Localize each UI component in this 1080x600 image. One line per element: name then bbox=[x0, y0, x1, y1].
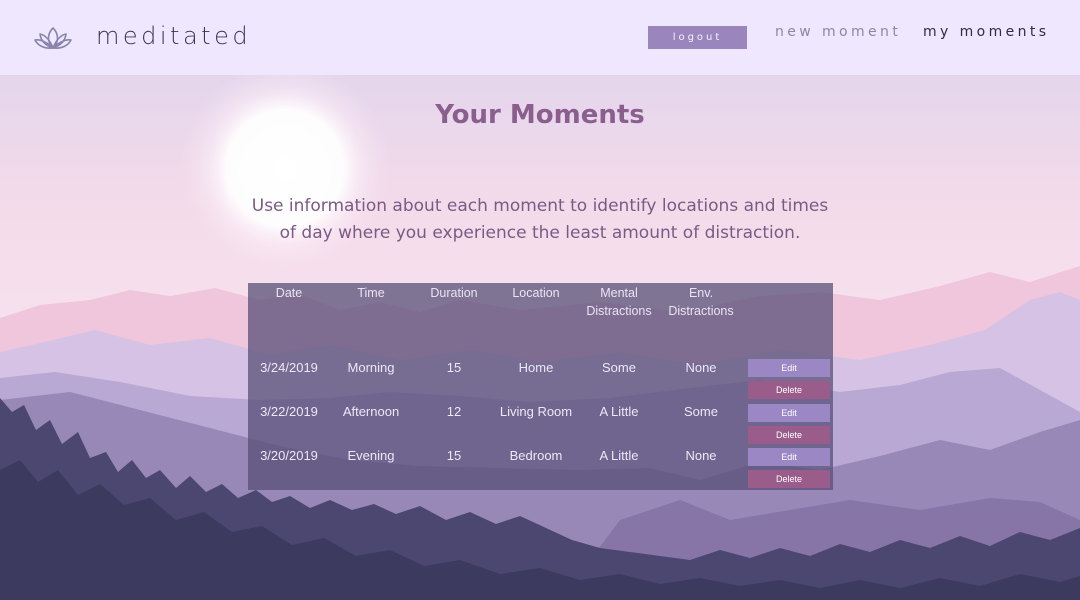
cell-mental: Some bbox=[602, 360, 636, 375]
header-date: Date bbox=[275, 286, 303, 300]
intro-line-1: Use information about each moment to ide… bbox=[251, 196, 829, 216]
header-env-distractions: Env. Distractions bbox=[660, 284, 742, 320]
cell-location: Living Room bbox=[499, 404, 573, 419]
intro-line-2: of day where you experience the least am… bbox=[279, 223, 801, 243]
page-title: Your Moments bbox=[435, 100, 645, 130]
header-mental-line-2: Distractions bbox=[586, 304, 652, 318]
cell-duration: 12 bbox=[446, 404, 462, 419]
cell-duration: 15 bbox=[446, 448, 462, 463]
header-env-line-2: Distractions bbox=[668, 304, 734, 318]
cell-env: None bbox=[685, 360, 717, 375]
cell-time: Evening bbox=[347, 448, 395, 463]
edit-button[interactable]: Edit bbox=[748, 404, 830, 422]
header-env-line-1: Env. bbox=[688, 286, 714, 300]
edit-button[interactable]: Edit bbox=[748, 359, 830, 377]
edit-button[interactable]: Edit bbox=[748, 448, 830, 466]
cell-date: 3/20/2019 bbox=[260, 448, 318, 463]
moments-table: Date Time Duration Location Mental Distr… bbox=[248, 283, 833, 490]
cell-duration: 15 bbox=[446, 360, 462, 375]
header-mental-distractions: Mental Distractions bbox=[578, 284, 660, 320]
delete-button[interactable]: Delete bbox=[748, 470, 830, 488]
cell-time: Morning bbox=[347, 360, 395, 375]
intro-text: Use information about each moment to ide… bbox=[240, 193, 840, 247]
cell-location: Bedroom bbox=[509, 448, 563, 463]
cell-date: 3/24/2019 bbox=[260, 360, 318, 375]
cell-mental: A Little bbox=[599, 404, 639, 419]
header-duration: Duration bbox=[430, 286, 478, 300]
top-nav-bar: meditated logout new moment my moments bbox=[0, 0, 1080, 75]
cell-env: Some bbox=[684, 404, 718, 419]
header-location: Location bbox=[512, 286, 560, 300]
nav-new-moment[interactable]: new moment bbox=[775, 24, 901, 40]
delete-button[interactable]: Delete bbox=[748, 426, 830, 444]
nav-my-moments[interactable]: my moments bbox=[923, 24, 1049, 40]
brand-name[interactable]: meditated bbox=[96, 22, 251, 50]
cell-mental: A Little bbox=[599, 448, 639, 463]
cell-time: Afternoon bbox=[342, 404, 400, 419]
header-mental-line-1: Mental bbox=[600, 286, 638, 300]
header-time: Time bbox=[357, 286, 385, 300]
logout-button[interactable]: logout bbox=[648, 26, 747, 49]
lotus-icon[interactable] bbox=[33, 24, 73, 52]
cell-env: None bbox=[685, 448, 717, 463]
delete-button[interactable]: Delete bbox=[748, 381, 830, 399]
cell-location: Home bbox=[518, 360, 554, 375]
cell-date: 3/22/2019 bbox=[260, 404, 318, 419]
